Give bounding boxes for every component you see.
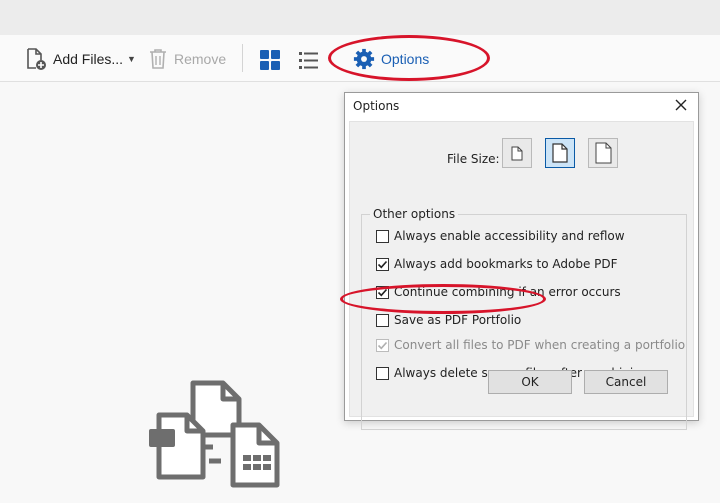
option-save-as-portfolio[interactable]: Save as PDF Portfolio — [376, 312, 521, 328]
checkmark-icon — [377, 288, 388, 296]
toolbar: Add Files... ▼ Remove Options — [0, 35, 720, 82]
checkbox[interactable] — [376, 366, 389, 380]
list-view-icon — [299, 52, 318, 69]
large-page-icon — [595, 142, 611, 164]
remove-label: Remove — [174, 51, 227, 67]
checkbox[interactable] — [376, 285, 389, 299]
window-top-strip — [0, 0, 720, 35]
option-convert-to-pdf: Convert all files to PDF when creating a… — [376, 337, 685, 353]
option-continue-on-error[interactable]: Continue combining if an error occurs — [376, 284, 621, 300]
checkmark-icon — [377, 260, 388, 268]
option-accessibility-reflow[interactable]: Always enable accessibility and reflow — [376, 228, 625, 244]
file-size-medium-button[interactable] — [545, 138, 575, 168]
trash-icon — [150, 49, 166, 69]
option-label: Continue combining if an error occurs — [394, 285, 621, 299]
thumbnail-view-button[interactable] — [259, 47, 281, 73]
checkmark-icon — [377, 341, 388, 349]
checkbox[interactable] — [376, 229, 389, 243]
file-size-large-button[interactable] — [588, 138, 618, 168]
option-label: Save as PDF Portfolio — [394, 313, 522, 327]
option-label: Always add bookmarks to Adobe PDF — [394, 257, 618, 271]
add-files-button[interactable]: Add Files... ▼ — [24, 46, 136, 72]
dialog-titlebar: Options — [345, 93, 698, 119]
option-add-bookmarks[interactable]: Always add bookmarks to Adobe PDF — [376, 256, 618, 272]
cancel-button[interactable]: Cancel — [584, 370, 668, 394]
chevron-down-icon[interactable]: ▼ — [127, 54, 136, 64]
remove-button[interactable]: Remove — [148, 46, 226, 72]
gear-icon — [353, 48, 375, 70]
medium-page-icon — [552, 143, 568, 163]
dialog-title: Options — [353, 99, 400, 113]
options-dialog: Options File Size: Other options Always … — [344, 92, 699, 430]
combine-files-illustration — [149, 380, 280, 488]
add-file-icon — [27, 48, 46, 70]
add-files-label: Add Files... — [53, 51, 124, 67]
list-view-button[interactable] — [298, 47, 320, 73]
toolbar-divider — [242, 44, 243, 72]
options-label: Options — [381, 51, 430, 67]
small-page-icon — [511, 146, 523, 160]
ok-button[interactable]: OK — [488, 370, 572, 394]
file-size-label: File Size: — [447, 152, 500, 166]
checkbox[interactable] — [376, 313, 389, 327]
options-button[interactable]: Options — [353, 46, 429, 72]
option-label: Convert all files to PDF when creating a… — [394, 338, 686, 352]
other-options-title: Other options — [370, 207, 459, 221]
close-icon[interactable] — [672, 96, 690, 114]
checkbox — [376, 338, 389, 352]
dialog-body: File Size: Other options Always enable a… — [349, 121, 694, 430]
file-size-small-button[interactable] — [502, 138, 532, 168]
option-label: Always enable accessibility and reflow — [394, 229, 625, 243]
grid-view-icon — [260, 50, 280, 70]
checkbox[interactable] — [376, 257, 389, 271]
